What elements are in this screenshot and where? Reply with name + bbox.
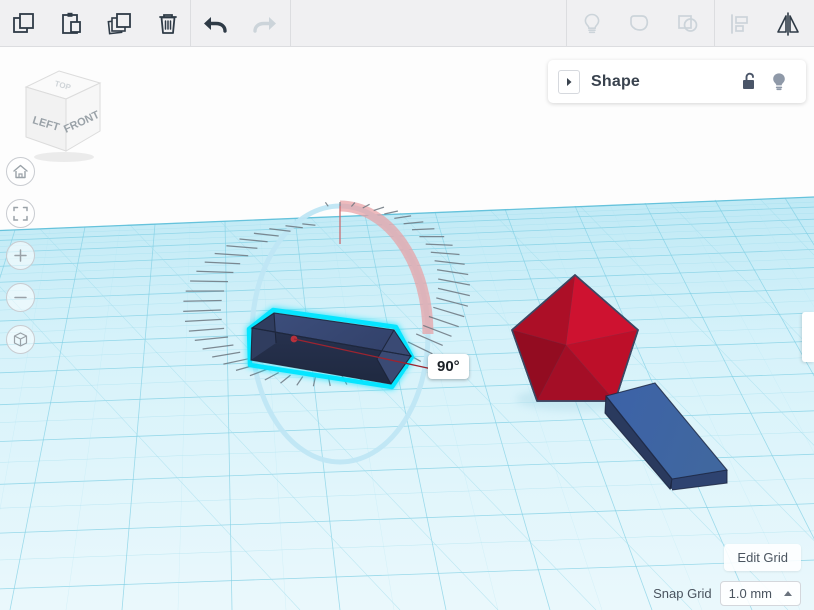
tinkercad-editor: LEFT FRONT TOP 90° Shape Edit Grid Snap … — [0, 0, 814, 610]
undo-button[interactable] — [192, 0, 240, 47]
shape-panel-title: Shape — [591, 72, 641, 90]
shape-panel: Shape — [548, 60, 806, 103]
cube-perspective-icon — [13, 332, 28, 347]
view-cube-icon: LEFT FRONT TOP — [24, 70, 102, 162]
minus-icon — [14, 296, 27, 299]
shape-visibility-button[interactable] — [764, 67, 794, 97]
ungroup-icon — [678, 14, 698, 32]
delete-icon — [159, 13, 177, 34]
align-button[interactable] — [716, 0, 764, 47]
mirror-button[interactable] — [764, 0, 812, 47]
rotation-angle-label: 90° — [428, 354, 469, 379]
group-button[interactable] — [616, 0, 664, 47]
lightbulb-icon — [584, 13, 600, 33]
snap-grid-row: Snap Grid 1.0 mm — [653, 581, 801, 606]
view-cube[interactable]: LEFT FRONT TOP — [14, 65, 110, 165]
side-drawer-handle[interactable] — [802, 312, 814, 362]
shape-lock-button[interactable] — [734, 67, 764, 97]
snap-grid-value: 1.0 mm — [728, 586, 772, 601]
edit-group — [0, 0, 192, 47]
edit-grid-button[interactable]: Edit Grid — [724, 544, 801, 571]
ungroup-button[interactable] — [664, 0, 712, 47]
home-view-button[interactable] — [6, 157, 35, 186]
fit-view-button[interactable] — [6, 199, 35, 228]
mirror-icon — [777, 11, 799, 36]
delete-button[interactable] — [144, 0, 192, 47]
plus-icon — [14, 249, 27, 262]
undo-icon — [204, 16, 227, 33]
chevron-right-icon — [567, 77, 572, 86]
scene-svg — [0, 47, 814, 610]
toolbar-divider-4 — [714, 0, 715, 47]
group-icon — [630, 14, 649, 31]
zoom-out-button[interactable] — [6, 283, 35, 312]
visibility-toggle-button[interactable] — [568, 0, 616, 47]
duplicate-button[interactable] — [96, 0, 144, 47]
toolbar-divider-1 — [190, 0, 191, 47]
copy-button[interactable] — [0, 0, 48, 47]
object-group — [568, 0, 712, 47]
toolbar-divider-3 — [566, 0, 567, 47]
align-icon — [731, 13, 748, 34]
paste-button[interactable] — [48, 0, 96, 47]
shape-panel-collapse-button[interactable] — [558, 69, 580, 94]
toolbar-divider-2 — [290, 0, 291, 47]
home-icon — [13, 164, 28, 179]
zoom-in-button[interactable] — [6, 241, 35, 270]
paste-icon — [62, 12, 81, 34]
lightbulb-icon — [773, 72, 785, 90]
redo-icon — [253, 16, 276, 33]
history-group — [192, 0, 288, 47]
fit-frame-icon — [13, 206, 28, 221]
unlock-icon — [742, 72, 754, 89]
3d-viewport[interactable]: LEFT FRONT TOP 90° Shape Edit Grid Snap … — [0, 47, 814, 610]
projection-toggle-button[interactable] — [6, 325, 35, 354]
snap-grid-select[interactable]: 1.0 mm — [719, 581, 801, 606]
workplane[interactable] — [0, 47, 814, 610]
caret-up-icon — [784, 591, 792, 596]
arrange-group — [716, 0, 812, 47]
duplicate-icon — [107, 12, 131, 34]
top-toolbar — [0, 0, 814, 47]
copy-icon — [13, 12, 34, 33]
snap-grid-label: Snap Grid — [653, 586, 712, 601]
redo-button[interactable] — [240, 0, 288, 47]
